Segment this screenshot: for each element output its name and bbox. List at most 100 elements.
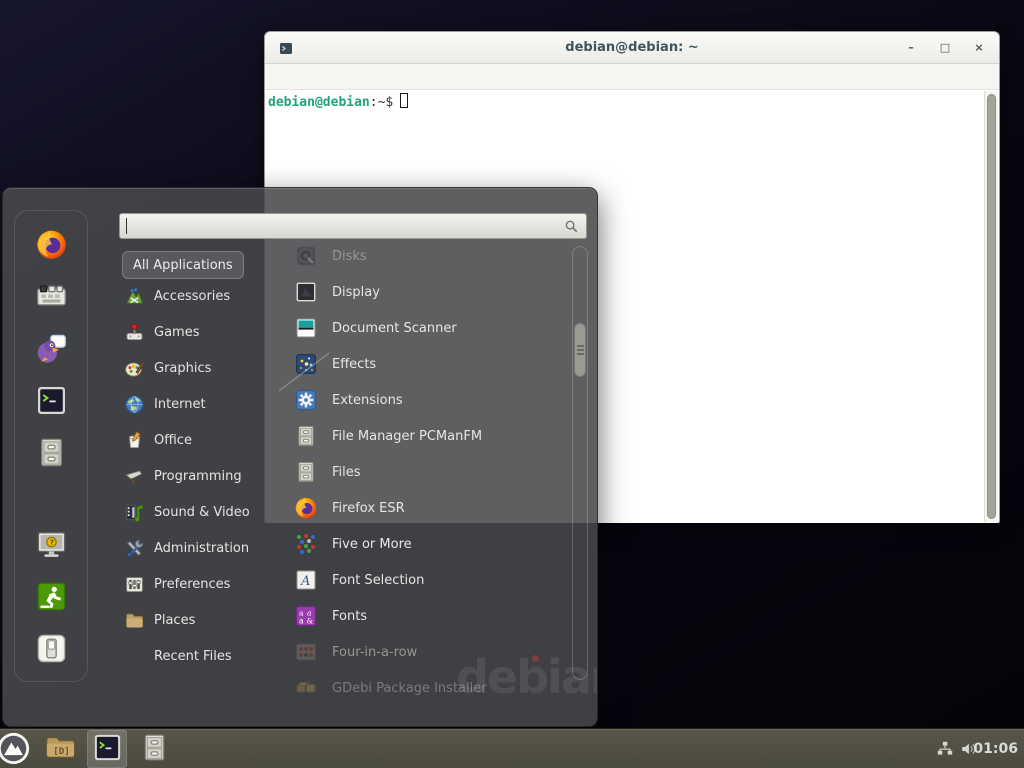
firefox-icon xyxy=(35,228,68,264)
document-scanner-icon xyxy=(294,316,318,340)
all-applications-button[interactable]: All Applications xyxy=(122,251,244,279)
application-item[interactable]: A Font Selection xyxy=(284,562,568,598)
session-button[interactable]: ? xyxy=(33,529,69,563)
application-item[interactable]: Firefox ESR xyxy=(284,490,568,526)
category-item[interactable]: Administration xyxy=(120,530,266,566)
application-label: File Manager PCManFM xyxy=(332,429,482,444)
application-item[interactable]: Effects xyxy=(284,346,568,382)
close-button[interactable]: × xyxy=(969,38,989,58)
gdebi-icon xyxy=(294,676,318,700)
taskbar-panel: [D] 01:06 xyxy=(0,728,1024,768)
category-item[interactable]: Places xyxy=(120,602,266,638)
svg-text:[D]: [D] xyxy=(53,746,70,757)
svg-text:&: & xyxy=(307,617,314,626)
application-label: Fonts xyxy=(332,609,367,624)
category-item[interactable]: Graphics xyxy=(120,350,266,386)
terminal-menu-item[interactable] xyxy=(276,75,290,79)
shut-down-icon xyxy=(35,632,68,668)
application-label: Extensions xyxy=(332,393,403,408)
display-icon xyxy=(294,280,318,304)
application-item[interactable]: Display xyxy=(284,274,568,310)
watermark-dot xyxy=(532,655,539,662)
terminal-menu-item[interactable] xyxy=(312,75,326,79)
file-cabinet-icon xyxy=(294,424,318,448)
category-item[interactable]: Office xyxy=(120,422,266,458)
terminal-scrollbar-thumb[interactable] xyxy=(987,94,996,519)
application-label: Font Selection xyxy=(332,573,424,588)
taskbar-window-buttons: [D] xyxy=(40,730,174,768)
category-item[interactable]: Accessories xyxy=(120,278,266,314)
session-button[interactable] xyxy=(33,581,69,615)
favorite-item[interactable] xyxy=(33,333,69,367)
search-box[interactable] xyxy=(119,213,587,239)
terminal-dark-icon xyxy=(92,732,123,766)
application-label: Four-in-a-row xyxy=(332,645,417,660)
category-item[interactable]: Games xyxy=(120,314,266,350)
category-item[interactable]: Sound & Video xyxy=(120,494,266,530)
search-input[interactable] xyxy=(127,214,564,238)
application-label: Effects xyxy=(332,357,376,372)
category-item[interactable]: Preferences xyxy=(120,566,266,602)
terminal-menu-item[interactable] xyxy=(330,75,344,79)
effects-icon xyxy=(294,352,318,376)
games-icon xyxy=(124,322,145,343)
application-item[interactable]: Extensions xyxy=(284,382,568,418)
category-item[interactable]: Programming xyxy=(120,458,266,494)
application-item[interactable]: aaa& Fonts xyxy=(284,598,568,634)
taskbar-window-button[interactable] xyxy=(87,730,127,768)
menu-scrollbar[interactable] xyxy=(572,246,588,680)
application-label: Display xyxy=(332,285,380,300)
svg-text:A: A xyxy=(300,574,310,589)
category-item[interactable]: Recent Files xyxy=(120,638,266,674)
terminal-menu-item[interactable] xyxy=(348,75,362,79)
application-menu: ? All Applications Accessories Games Gra… xyxy=(2,187,598,727)
application-item[interactable]: Files xyxy=(284,454,568,490)
office-icon xyxy=(124,430,145,451)
log-out-icon xyxy=(35,580,68,616)
search-icon xyxy=(564,219,579,234)
programming-icon xyxy=(124,466,145,487)
terminal-titlebar[interactable]: debian@debian: ~ – □ × xyxy=(265,32,999,64)
application-label: Files xyxy=(332,465,361,480)
application-item[interactable]: Five or More xyxy=(284,526,568,562)
taskbar-window-button[interactable] xyxy=(134,730,174,768)
terminal-cursor xyxy=(400,93,408,108)
category-label: Internet xyxy=(154,397,206,412)
taskbar-window-button[interactable]: [D] xyxy=(40,730,80,768)
system-tray xyxy=(936,729,978,768)
application-item[interactable]: Disks xyxy=(284,238,568,274)
favorite-item[interactable] xyxy=(33,229,69,263)
terminal-dark-icon xyxy=(35,384,68,420)
terminal-menu-item[interactable] xyxy=(294,75,308,79)
tray-item[interactable] xyxy=(936,740,954,758)
terminal-scrollbar[interactable] xyxy=(984,91,998,522)
favorite-item[interactable] xyxy=(33,385,69,419)
category-item[interactable]: Internet xyxy=(120,386,266,422)
internet-icon xyxy=(124,394,145,415)
terminal-menu-item[interactable] xyxy=(366,75,380,79)
category-label: Office xyxy=(154,433,192,448)
pidgin-icon xyxy=(35,332,68,368)
window-controls: – □ × xyxy=(901,32,989,64)
category-label: Accessories xyxy=(154,289,230,304)
terminal-menubar xyxy=(265,64,999,90)
places-icon xyxy=(124,610,145,631)
favorite-item[interactable] xyxy=(33,281,69,315)
debian-watermark: debian xyxy=(456,654,598,700)
maximize-button[interactable]: □ xyxy=(935,38,955,58)
folder-debian-icon: [D] xyxy=(45,732,76,766)
panel-clock[interactable]: 01:06 xyxy=(973,729,1018,768)
menu-scrollbar-thumb[interactable] xyxy=(574,323,586,377)
firefox-icon xyxy=(294,496,318,520)
session-buttons: ? xyxy=(33,529,69,667)
application-item[interactable]: Document Scanner xyxy=(284,310,568,346)
favorite-item[interactable] xyxy=(33,437,69,471)
session-button[interactable] xyxy=(33,633,69,667)
category-label: Recent Files xyxy=(154,649,232,664)
application-item[interactable]: File Manager PCManFM xyxy=(284,418,568,454)
extensions-icon xyxy=(294,388,318,412)
menu-launcher-button[interactable] xyxy=(0,732,30,765)
watermark-text: debian xyxy=(456,650,598,704)
minimize-button[interactable]: – xyxy=(901,38,921,58)
category-label: Preferences xyxy=(154,577,230,592)
